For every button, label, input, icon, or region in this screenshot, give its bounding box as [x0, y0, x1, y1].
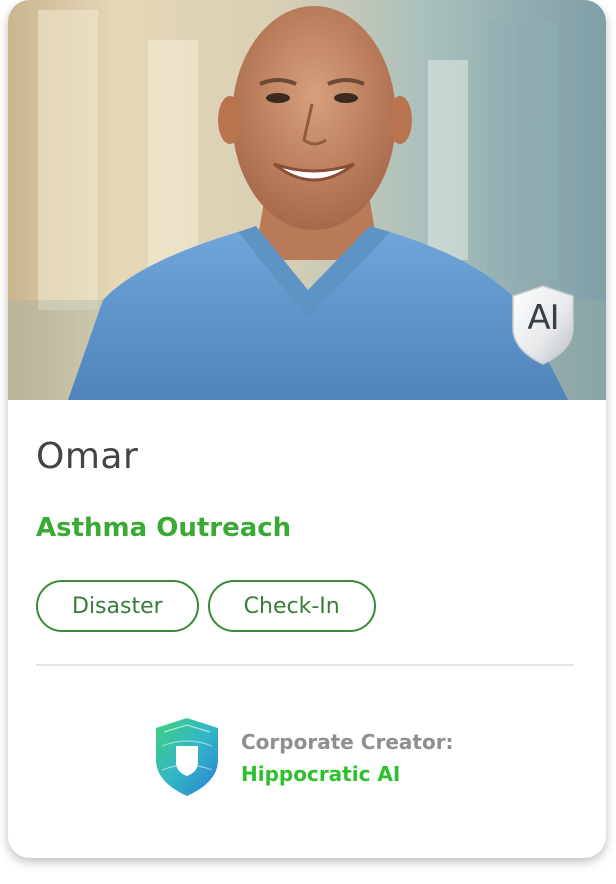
creator-label: Corporate Creator: — [241, 730, 454, 754]
ai-badge: AI — [510, 284, 576, 366]
agent-program: Asthma Outreach — [36, 513, 292, 543]
shield-logo-icon — [156, 718, 218, 796]
tag-disaster[interactable]: Disaster — [36, 580, 199, 632]
agent-card[interactable]: AI Omar Asthma Outreach Disaster Check-I… — [8, 0, 606, 858]
divider — [36, 664, 574, 666]
agent-name: Omar — [36, 436, 139, 477]
hippocratic-logo — [154, 716, 220, 798]
tag-list: Disaster Check-In — [36, 580, 376, 632]
ai-badge-label: AI — [527, 298, 559, 338]
tag-check-in[interactable]: Check-In — [207, 580, 376, 632]
agent-photo: AI — [8, 0, 606, 400]
creator-name[interactable]: Hippocratic AI — [241, 762, 400, 786]
